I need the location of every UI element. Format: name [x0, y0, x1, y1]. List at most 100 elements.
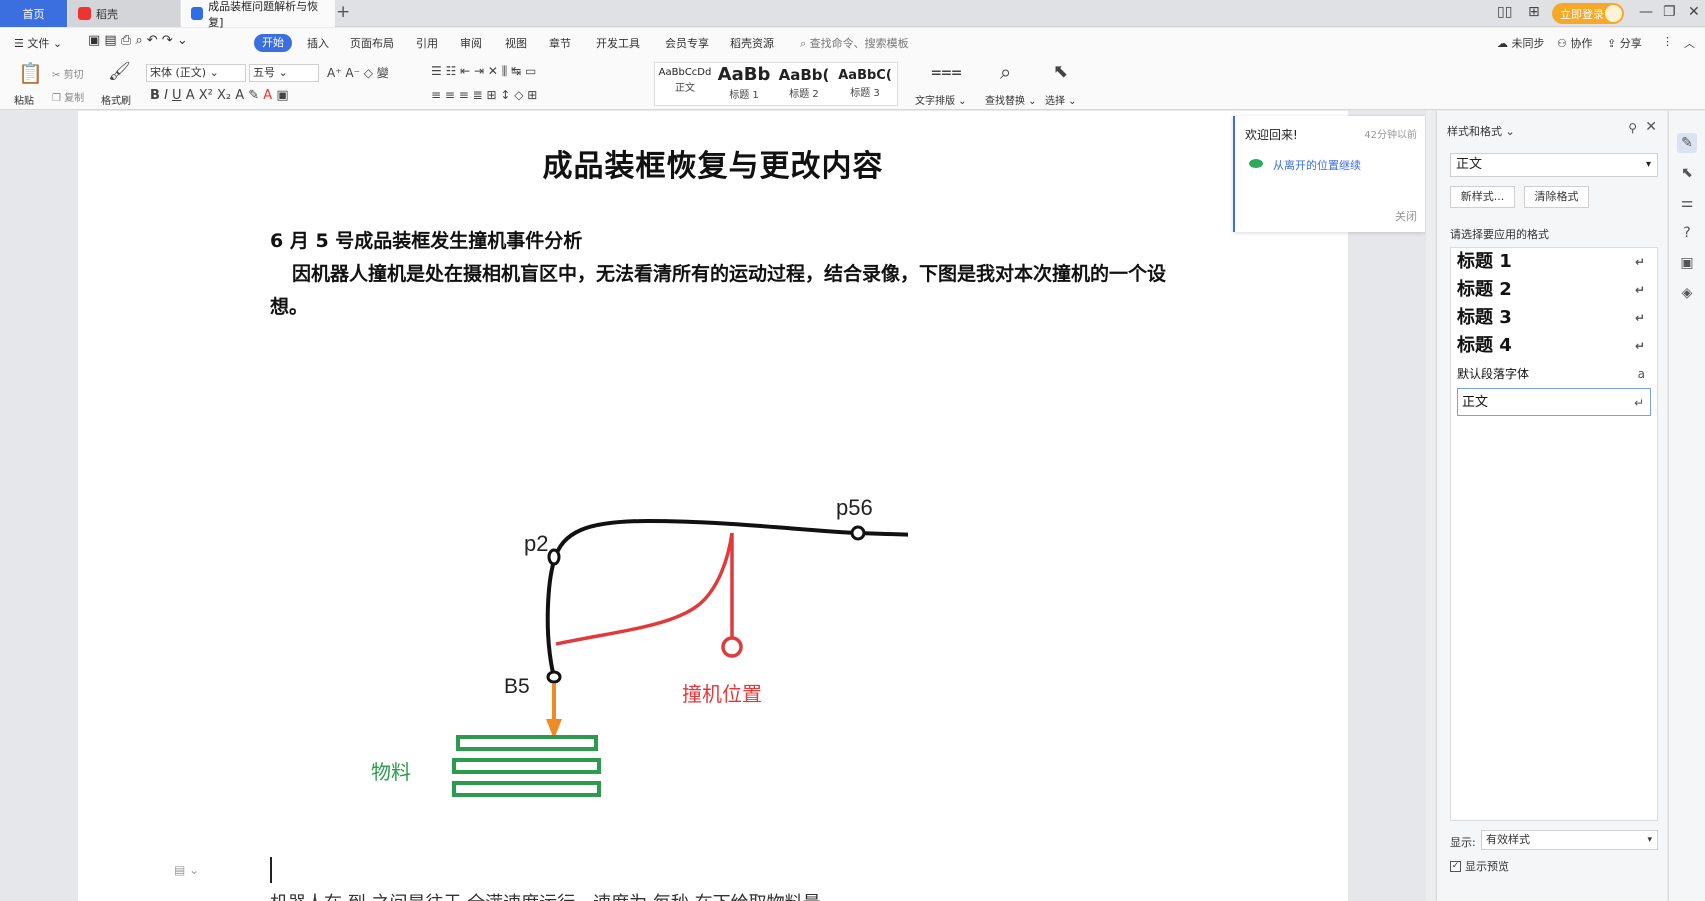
add-tab-button[interactable]: + [336, 2, 350, 22]
settings-sliders-icon[interactable]: ⚌ [1677, 193, 1697, 213]
font-grow-shrink-icons[interactable]: A⁺ A⁻ ◇ 變 [327, 64, 389, 81]
tab-daoke[interactable]: 稻壳 [68, 0, 180, 27]
font-size-select[interactable]: 五号 ⌄ [249, 64, 319, 82]
style-item-heading-3[interactable]: 标题 3 ↵ [1457, 304, 1651, 332]
style-normal[interactable]: AaBbCcDd 正文 [657, 63, 713, 105]
tab-document[interactable]: 成品装框问题解析与恢复] [181, 0, 335, 29]
show-preview-checkbox[interactable]: ✓ 显示预览 [1450, 858, 1509, 874]
styles-pen-icon[interactable]: ✎ [1677, 133, 1697, 153]
style-heading-3-sample: AaBbC( [838, 68, 892, 83]
tab-document-label: 成品装框问题解析与恢复] [208, 0, 319, 29]
style-heading-3-name: 标题 3 [850, 88, 880, 99]
menu-references[interactable]: 引用 [416, 35, 438, 51]
style-heading-3[interactable]: AaBbC( 标题 3 [835, 63, 895, 105]
style-heading-1[interactable]: AaBb 标题 1 [715, 63, 773, 105]
document-area: 成品装框恢复与更改内容 6 月 5 号成品装框发生撞机事件分析 因机器人撞机是处… [0, 111, 1429, 901]
find-replace-button[interactable]: 查找替换 ⌄ [985, 92, 1037, 107]
current-style-select[interactable]: 正文 ▾ [1450, 153, 1658, 177]
cursor-select-icon[interactable]: ⬉ [1677, 163, 1697, 183]
more-icon[interactable]: ⋮ [1662, 35, 1673, 48]
close-icon[interactable]: ✕ [1645, 119, 1657, 135]
style-normal-sample: AaBbCcDd [658, 67, 712, 78]
select-cursor-icon[interactable]: ⬉ [1053, 61, 1068, 82]
menu-chapter[interactable]: 章节 [549, 35, 571, 51]
menu-bar: ☰ 文件 ⌄ ▣ ▤ ⎙ ⌕ ↶ ↷ ⌄ 开始 插入 页面布局 引用 审阅 视图… [0, 28, 1705, 58]
menu-start[interactable]: 开始 [254, 34, 292, 52]
menu-daoke-resources[interactable]: 稻壳资源 [730, 35, 774, 51]
copy-button[interactable]: ❐ 复制 [52, 89, 84, 104]
style-heading-1-sample: AaBb [717, 64, 771, 85]
resume-position-link[interactable]: 从离开的位置继续 [1273, 157, 1361, 173]
styles-panel-header[interactable]: 样式和格式 ⌄ [1447, 123, 1515, 139]
text-layout-button[interactable]: 文字排版 ⌄ [915, 92, 967, 107]
tab-home[interactable]: 首页 [0, 0, 67, 27]
layout-icon[interactable]: ▯▯ [1497, 4, 1512, 20]
menu-member[interactable]: 会员专享 [665, 35, 709, 51]
cut-button[interactable]: ✂ 剪切 [52, 66, 84, 81]
minimize-icon[interactable]: — [1639, 4, 1653, 20]
collision-point [721, 636, 743, 658]
style-item-normal[interactable]: 正文 ↵ [1457, 388, 1651, 416]
style-item-heading-2[interactable]: 标题 2 ↵ [1457, 276, 1651, 304]
menu-developer[interactable]: 开发工具 [596, 35, 640, 51]
menu-review[interactable]: 审阅 [460, 35, 482, 51]
label-p2: p2 [524, 531, 548, 556]
label-collision: 撞机位置 [682, 682, 762, 706]
style-item-heading-1[interactable]: 标题 1 ↵ [1457, 248, 1651, 276]
style-heading-1-name: 标题 1 [729, 90, 759, 101]
collaborate-button[interactable]: ⚇ 协作 [1557, 35, 1592, 51]
ribbon-toolbar: 📋 粘贴 ✂ 剪切 ❐ 复制 🖌 格式刷 宋体 (正文) ⌄ 五号 ⌄ A⁺ A… [0, 58, 1705, 110]
menu-view[interactable]: 视图 [505, 35, 527, 51]
restore-icon[interactable]: ❐ [1663, 4, 1676, 20]
new-style-button[interactable]: 新样式... [1450, 186, 1515, 208]
alignment-icons[interactable]: ≡ ≡ ≡ ≣ ⊞ ↕ ◇ ⊞ [431, 88, 537, 102]
welcome-close-button[interactable]: 关闭 [1395, 208, 1417, 224]
menu-insert[interactable]: 插入 [307, 35, 329, 51]
vertical-scrollbar[interactable] [1426, 111, 1434, 901]
styles-panel: 样式和格式 ⌄ ⚲ ✕ 正文 ▾ 新样式... 清除格式 请选择要应用的格式 标题… [1436, 111, 1667, 901]
menu-page-layout[interactable]: 页面布局 [350, 35, 394, 51]
document-title: 成品装框恢复与更改内容 [542, 149, 884, 184]
format-painter-icon[interactable]: 🖌 [108, 61, 131, 82]
close-window-icon[interactable]: ✕ [1688, 4, 1700, 20]
command-search[interactable]: ⌕ 查找命令、搜索模板 [800, 35, 909, 51]
login-label: 立即登录 [1560, 7, 1604, 21]
location-icon[interactable]: ◈ [1677, 283, 1697, 303]
collision-curve [555, 532, 734, 646]
select-button[interactable]: 选择 ⌄ [1045, 92, 1077, 107]
collapse-ribbon-icon[interactable]: ︿ [1684, 35, 1695, 51]
waypoint-b5 [546, 670, 562, 684]
list-indent-icons[interactable]: ☰ ☷ ⇤ ⇥ ✕ ⫼ ↹ ▭ [431, 64, 536, 79]
display-filter-select[interactable]: 有效样式 ▾ [1481, 830, 1658, 850]
clear-format-button[interactable]: 清除格式 [1524, 186, 1589, 208]
paste-button[interactable]: 粘贴 [14, 92, 34, 107]
chevron-down-icon: ▾ [1645, 159, 1651, 170]
page-menu-icon[interactable]: ▤ ⌄ [174, 863, 199, 877]
paste-icon[interactable]: 📋 [18, 61, 43, 85]
material-layer [452, 781, 601, 797]
format-painter-button[interactable]: 格式刷 [101, 92, 131, 107]
font-name-select[interactable]: 宋体 (正文) ⌄ [146, 64, 246, 82]
find-replace-icon[interactable]: ⌕ [1000, 60, 1011, 84]
share-button[interactable]: ⇪ 分享 [1607, 35, 1642, 51]
welcome-title: 欢迎回来! [1245, 128, 1298, 142]
select-label: 选择 [1045, 96, 1065, 107]
collision-diagram[interactable]: p2 p56 原点 B5 撞机位置 [348, 401, 908, 741]
char-style-icon: a [1637, 367, 1645, 381]
style-item-default-font[interactable]: 默认段落字体 a [1457, 360, 1651, 388]
style-item-heading-4[interactable]: 标题 4 ↵ [1457, 332, 1651, 360]
image-tool-icon[interactable]: ▣ [1677, 253, 1697, 273]
document-page[interactable]: 成品装框恢复与更改内容 6 月 5 号成品装框发生撞机事件分析 因机器人撞机是处… [78, 111, 1348, 901]
text-layout-icon[interactable]: ⩶ [931, 61, 962, 82]
file-menu[interactable]: ☰ 文件 ⌄ [14, 35, 62, 51]
material-layer [456, 735, 598, 751]
quick-access-icons[interactable]: ▣ ▤ ⎙ ⌕ ↶ ↷ ⌄ [88, 33, 188, 48]
login-button[interactable]: 立即登录 [1552, 3, 1624, 24]
pin-icon[interactable]: ⚲ [1628, 121, 1637, 135]
chevron-down-icon: ▾ [1647, 835, 1652, 845]
apps-grid-icon[interactable]: ⊞ [1528, 4, 1540, 20]
text-format-icons[interactable]: B I U A X² X₂ A ✎ A ▣ [150, 88, 289, 103]
sync-status[interactable]: ☁ 未同步 [1497, 35, 1545, 51]
help-icon[interactable]: ? [1677, 223, 1697, 243]
style-heading-2[interactable]: AaBb(标题 2 [775, 63, 833, 105]
